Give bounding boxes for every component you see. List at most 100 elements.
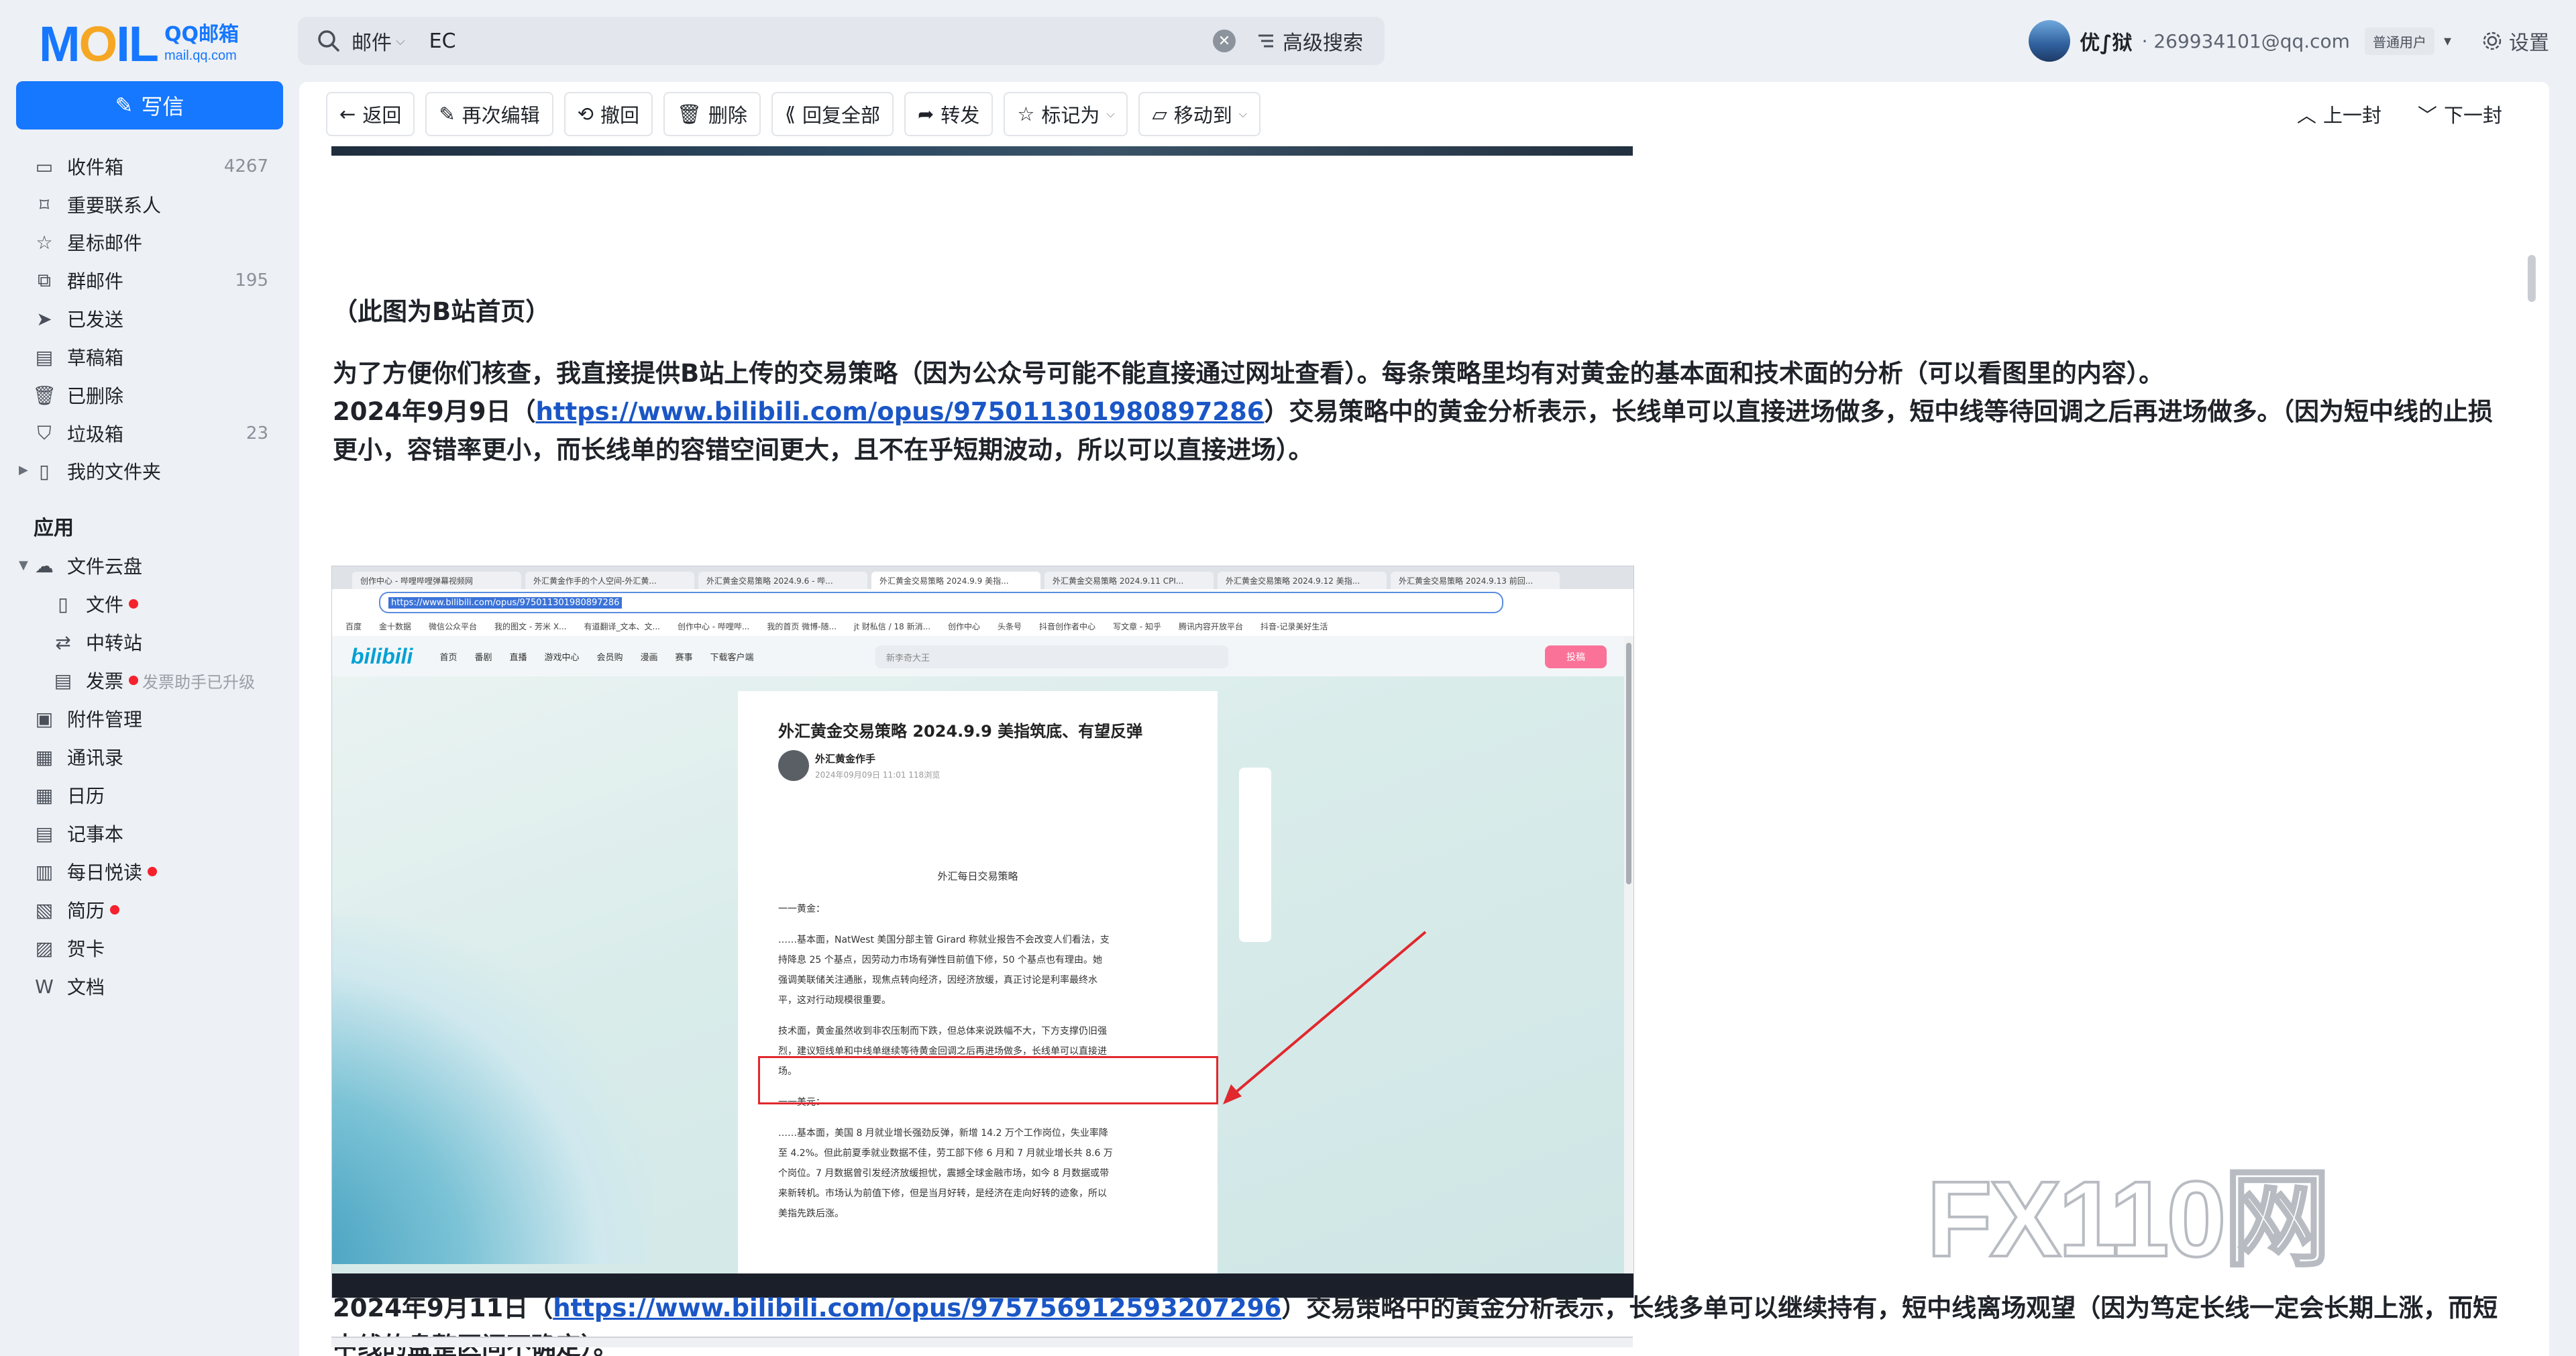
logo-wordmark: MOIL	[39, 15, 159, 72]
bilibili-link[interactable]: https://www.bilibili.com/opus/9750113019…	[535, 397, 1264, 426]
sidebar-item-resume[interactable]: ▧ 简历	[34, 893, 268, 927]
forward-icon: ➦	[917, 103, 934, 125]
gear-icon	[2483, 32, 2502, 50]
compose-button[interactable]: ✎ 写信	[16, 81, 283, 129]
browser-scrollbar-thumb	[1626, 643, 1631, 884]
folder-icon: ▯	[39, 460, 50, 482]
bilibili-link[interactable]: https://www.bilibili.com/opus/9757569125…	[553, 1294, 1281, 1322]
recall-icon: ⟲	[577, 103, 594, 125]
mail-scrollbar-thumb[interactable]	[2528, 255, 2536, 302]
sidebar-item-invoice[interactable]: ▤ 发票 发票助手已升级	[52, 664, 307, 697]
apps-section-title: 应用	[34, 517, 74, 540]
recall-button[interactable]: ⟲ 撤回	[564, 92, 653, 136]
resume-icon: ▧	[35, 898, 54, 921]
draft-icon: ▤	[35, 346, 54, 368]
account-menu-caret-icon[interactable]: ▾	[2444, 33, 2451, 50]
sidebar-item-daily-reading[interactable]: ▥ 每日悦读	[34, 855, 268, 888]
paragraph-text: 更小，容错率更小，而长线单的容错空间更大，且不在乎短期波动，所以可以直接进场）。	[333, 435, 1313, 464]
avatar[interactable]	[2029, 20, 2071, 62]
settings-button[interactable]: 设置	[2481, 26, 2549, 56]
back-label: 返回	[362, 104, 402, 127]
article-side-actions	[1239, 768, 1271, 942]
compose-label: 写信	[141, 94, 184, 119]
sidebar-item-files[interactable]: ▯ 文件	[52, 587, 287, 621]
bookmark: 金十数据	[379, 621, 412, 631]
back-button[interactable]: ← 返回	[326, 92, 415, 136]
new-dot	[148, 867, 158, 876]
clear-search-icon[interactable]: ✕	[1213, 30, 1236, 52]
sidebar-item-label: 中转站	[86, 632, 143, 654]
trash-icon: 🗑	[32, 384, 56, 407]
sidebar-item-file-cloud[interactable]: ☁ 文件云盘	[34, 549, 268, 582]
article-subheading: 外汇每日交易策略	[937, 870, 1018, 882]
article-line: 个岗位。7 月数据曾引发经济放缓担忧，震撼全球金融市场，如今 8 月数据或带	[778, 1168, 1110, 1179]
article-line: 平，这对行动规模很重要。	[778, 995, 891, 1006]
new-dot	[129, 599, 139, 609]
embedded-screenshot[interactable]: 创作中心 - 哔哩哔哩弹幕视频网 外汇黄金作手的个人空间-外汇黄... 外汇黄金…	[331, 566, 1634, 1298]
sidebar-item-group-mail[interactable]: ⧉ 群邮件 195	[34, 264, 268, 297]
article-line: 美指先跌后涨。	[778, 1208, 844, 1219]
transfer-icon: ⇄	[55, 631, 71, 654]
bili-nav-item: 首页	[439, 652, 458, 663]
sidebar-item-label: 简历	[67, 900, 105, 922]
collapse-triangle-icon[interactable]: ▼	[19, 558, 28, 572]
embedded-image-bottom-edge	[331, 1337, 1633, 1347]
bookmark: 我的图文 - 芳米 X...	[494, 621, 567, 631]
calendar-icon: ▦	[35, 784, 54, 806]
mark-as-dropdown[interactable]: ☆ 标记为 ⌵	[1004, 92, 1128, 136]
sidebar-item-transfer[interactable]: ⇄ 中转站	[52, 625, 287, 659]
sidebar-item-notes[interactable]: ▤ 记事本	[34, 817, 268, 850]
article-line: 技术面，黄金虽然收到非农压制而下跌，但总体来说跌幅不大，下方支撑仍旧强	[778, 1026, 1107, 1037]
sidebar-item-calendar[interactable]: ▦ 日历	[34, 778, 268, 812]
sidebar-item-drafts[interactable]: ▤ 草稿箱	[34, 340, 268, 374]
sidebar-item-inbox[interactable]: ▭ 收件箱 4267	[34, 150, 268, 183]
bookmark-icon: ⌑	[39, 193, 50, 216]
search-bar[interactable]: 邮件 ⌵ EC ✕ 高级搜索	[298, 17, 1385, 65]
author-avatar	[778, 750, 809, 781]
date-text: 2024年9月11日（	[333, 1294, 553, 1322]
sidebar-item-my-folders[interactable]: ▯ 我的文件夹	[34, 454, 268, 488]
qq-mail-logo[interactable]: MOIL QQ邮箱 mail.qq.com	[39, 13, 239, 74]
browser-bookmarks: 百度 金十数据 微信公众平台 我的图文 - 芳米 X... 有道翻译_文本、文.…	[332, 616, 1633, 637]
move-to-dropdown[interactable]: ▱ 移动到 ⌵	[1138, 92, 1260, 136]
reedit-button[interactable]: ✎ 再次编辑	[425, 92, 553, 136]
previous-mail-button[interactable]: ︿ 上一封	[2297, 95, 2381, 133]
bookmark: 抖音-记录美好生活	[1260, 621, 1328, 631]
sidebar-item-label: 星标邮件	[67, 232, 143, 254]
article-line: ……基本面，NatWest 美国分部主管 Girard 称就业报告不会改变人们看…	[778, 935, 1110, 945]
bookmark: 有道翻译_文本、文...	[584, 621, 660, 631]
card-icon: ▨	[35, 937, 54, 959]
bili-nav-item: 直播	[509, 652, 527, 663]
reading-icon: ▥	[35, 860, 54, 883]
sidebar-item-sent[interactable]: ➤ 已发送	[34, 302, 268, 335]
account-area[interactable]: 优∫狱 · 269934101@qq.com 普通用户 ▾ 设置	[2029, 17, 2549, 65]
reply-all-button[interactable]: ⟪ 回复全部	[771, 92, 894, 136]
search-input[interactable]: EC	[429, 30, 1213, 53]
sidebar-item-important-contacts[interactable]: ⌑ 重要联系人	[34, 188, 268, 221]
chevron-down-icon: ⌵	[1238, 107, 1247, 120]
advanced-search-button[interactable]: 高级搜索	[1256, 26, 1363, 56]
sidebar-item-label: 收件箱	[67, 156, 124, 178]
sidebar-item-cards[interactable]: ▨ 贺卡	[34, 931, 268, 965]
sidebar-item-docs[interactable]: W 文档	[34, 970, 268, 1003]
paragraph-sept9: 2024年9月9日（https://www.bilibili.com/opus/…	[333, 393, 2520, 469]
highlight-box	[758, 1056, 1218, 1104]
bookmark: 写文章 - 知乎	[1113, 621, 1162, 631]
bookmark: jt 财私信 / 18 新消...	[853, 621, 931, 631]
inbox-icon: ▭	[35, 155, 54, 178]
sidebar-item-attachments[interactable]: ▣ 附件管理	[34, 702, 268, 735]
search-scope-dropdown[interactable]: 邮件 ⌵	[352, 26, 405, 56]
expand-triangle-icon[interactable]: ▶	[19, 463, 28, 477]
browser-tab: 外汇黄金作手的个人空间-外汇黄...	[525, 572, 694, 589]
forward-button[interactable]: ➦ 转发	[904, 92, 994, 136]
bilibili-logo: bilibili	[351, 643, 413, 668]
sidebar-item-deleted[interactable]: 🗑 已删除	[32, 378, 268, 412]
delete-button[interactable]: 🗑 删除	[663, 92, 761, 136]
next-mail-button[interactable]: ﹀ 下一封	[2418, 95, 2502, 133]
sidebar-item-starred[interactable]: ☆ 星标邮件	[34, 225, 268, 259]
sidebar-item-spam[interactable]: ⛉ 垃圾箱 23	[34, 417, 268, 450]
sidebar-item-contacts[interactable]: ▦ 通讯录	[34, 740, 268, 774]
advanced-search-label: 高级搜索	[1283, 32, 1363, 55]
notes-icon: ▤	[35, 822, 54, 845]
bookmark: 微信公众平台	[429, 621, 478, 631]
